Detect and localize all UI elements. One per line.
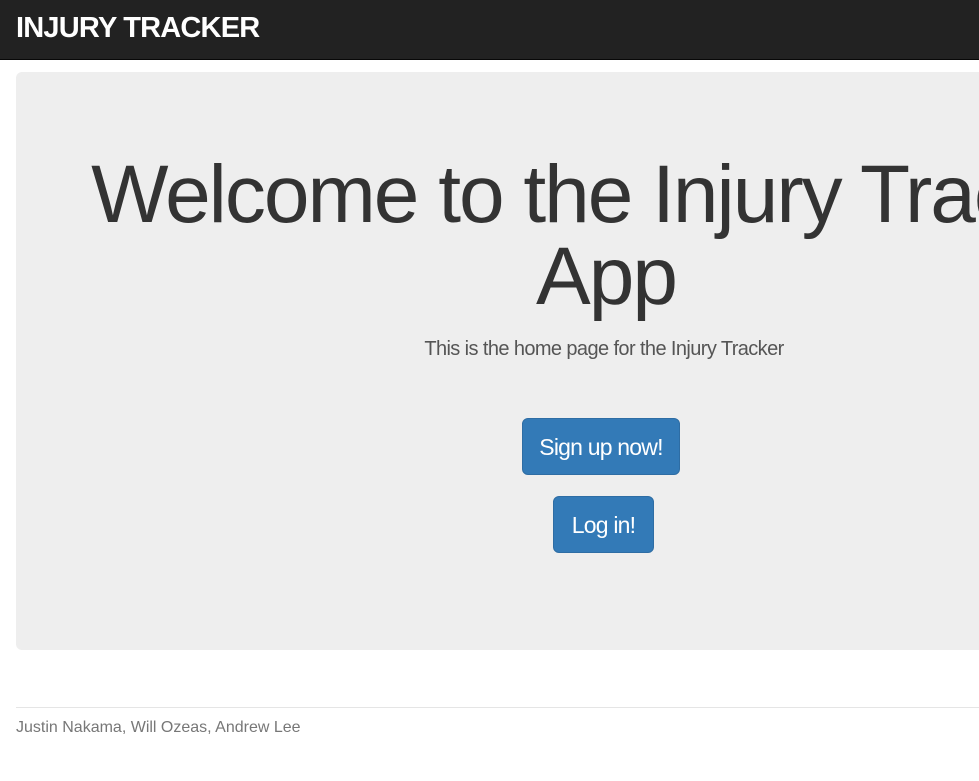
footer-credits: Justin Nakama, Will Ozeas, Andrew Lee	[16, 719, 301, 736]
hero-title-line-1: Welcome to the Injury Tracker	[91, 149, 979, 240]
hero-jumbotron: Welcome to the Injury TrackerApp This is…	[16, 72, 979, 650]
brand-logo-link[interactable]: INJURY TRACKER	[16, 10, 260, 46]
hero-title-line-2: App	[536, 231, 678, 322]
footer-divider	[16, 707, 979, 708]
page-viewport: INJURY TRACKER Welcome to the Injury Tra…	[0, 0, 979, 781]
hero-title: Welcome to the Injury TrackerApp	[16, 154, 979, 318]
log-in-button[interactable]: Log in!	[553, 496, 654, 553]
hero-subtitle: This is the home page for the Injury Tra…	[424, 338, 784, 360]
sign-up-button[interactable]: Sign up now!	[522, 418, 680, 475]
top-navbar: INJURY TRACKER	[0, 0, 979, 60]
